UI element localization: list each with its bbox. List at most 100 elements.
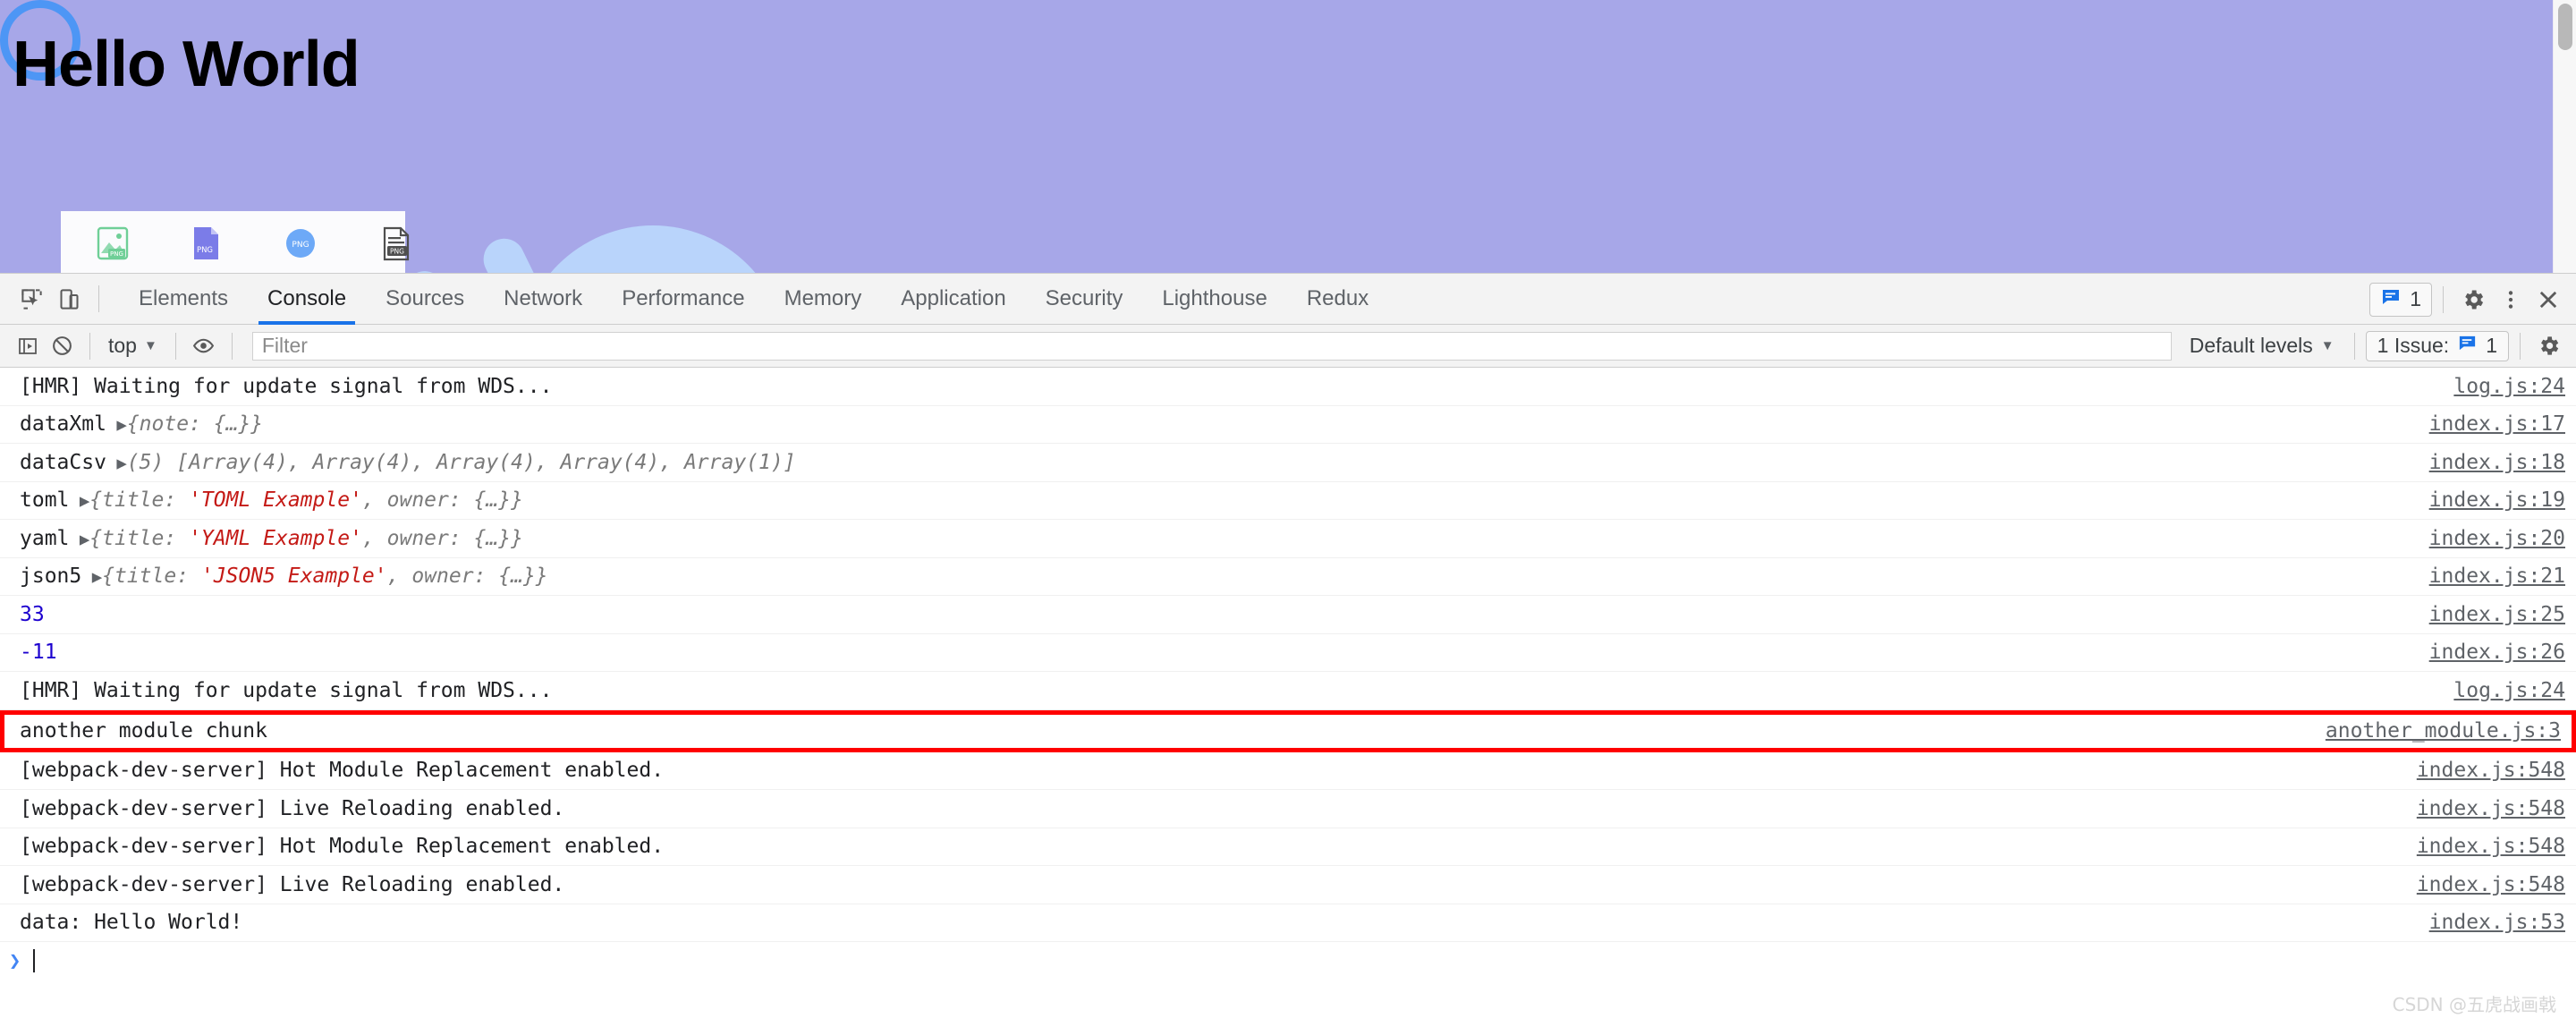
console-message-source-link[interactable]: index.js:21: [2429, 564, 2565, 588]
message-body: another module chunk: [20, 719, 267, 743]
console-message-row[interactable]: [HMR] Waiting for update signal from WDS…: [0, 368, 2576, 406]
page-scrollbar-thumb[interactable]: [2558, 4, 2572, 50]
console-message-row[interactable]: json5 ▶{title: 'JSON5 Example', owner: {…: [0, 558, 2576, 597]
console-message-text: dataCsv ▶(5) [Array(4), Array(4), Array(…: [20, 451, 2413, 474]
console-message-text: 33: [20, 603, 2413, 626]
message-object-prefix: {title:: [102, 564, 201, 588]
console-message-source-link[interactable]: index.js:25: [2429, 603, 2565, 626]
console-message-source-link[interactable]: index.js:19: [2429, 488, 2565, 512]
tab-lighthouse[interactable]: Lighthouse: [1142, 274, 1286, 325]
console-message-source-link[interactable]: index.js:53: [2429, 911, 2565, 934]
device-toolbar-icon[interactable]: [50, 280, 88, 318]
message-body: [webpack-dev-server] Hot Module Replacem…: [20, 759, 664, 782]
expand-triangle-icon[interactable]: ▶: [69, 491, 89, 511]
clear-console-icon[interactable]: [45, 329, 79, 363]
tab-console[interactable]: Console: [248, 274, 366, 325]
console-message-text: [HMR] Waiting for update signal from WDS…: [20, 375, 2437, 398]
chevron-down-icon: ▼: [2321, 338, 2334, 353]
prompt-chevron-icon: ❯: [9, 950, 21, 972]
filter-input[interactable]: Filter: [252, 332, 2172, 361]
tab-performance[interactable]: Performance: [602, 274, 764, 325]
console-message-row[interactable]: [webpack-dev-server] Live Reloading enab…: [0, 866, 2576, 904]
console-message-text: [HMR] Waiting for update signal from WDS…: [20, 679, 2437, 702]
tab-application[interactable]: Application: [881, 274, 1025, 325]
issues-badge-button[interactable]: 1: [2369, 283, 2432, 317]
inspect-element-icon[interactable]: [13, 280, 50, 318]
console-message-source-link[interactable]: index.js:17: [2429, 412, 2565, 436]
console-message-source-link[interactable]: index.js:548: [2417, 835, 2565, 858]
devtools-tabbar: Elements Console Sources Network Perform…: [0, 274, 2576, 325]
watermark: CSDN @五虎战画戟: [2393, 990, 2556, 1016]
log-levels-selector[interactable]: Default levels ▼: [2181, 334, 2343, 358]
console-sidebar-icon[interactable]: [11, 329, 45, 363]
png-file-dark-icon: PNG: [376, 224, 415, 263]
devtools-tabbar-right: 1: [2369, 274, 2567, 325]
console-message-source-link[interactable]: index.js:548: [2417, 873, 2565, 896]
console-message-text: yaml ▶{title: 'YAML Example', owner: {…}…: [20, 527, 2413, 550]
more-vertical-icon[interactable]: [2492, 281, 2529, 318]
console-message-row[interactable]: [webpack-dev-server] Live Reloading enab…: [0, 790, 2576, 828]
page-viewport: Hello World PNG PNG PNG: [0, 0, 2576, 273]
message-number-value: -11: [20, 641, 57, 664]
console-message-source-link[interactable]: index.js:548: [2417, 759, 2565, 782]
console-message-text: [webpack-dev-server] Hot Module Replacem…: [20, 759, 2401, 782]
console-toolbar-divider-1: [89, 333, 90, 360]
close-icon[interactable]: [2529, 281, 2567, 318]
console-message-source-link[interactable]: another_module.js:3: [2326, 719, 2561, 743]
tab-network[interactable]: Network: [484, 274, 602, 325]
expand-triangle-icon[interactable]: ▶: [106, 415, 127, 435]
console-message-source-link[interactable]: log.js:24: [2453, 679, 2565, 702]
tab-memory[interactable]: Memory: [765, 274, 882, 325]
console-message-text: another module chunk: [20, 719, 2309, 743]
console-message-source-link[interactable]: index.js:20: [2429, 527, 2565, 550]
page-scrollbar[interactable]: [2553, 0, 2576, 273]
message-number-value: 33: [20, 603, 45, 626]
message-object-preview: (5) [Array(4), Array(4), Array(4), Array…: [127, 451, 796, 474]
console-toolbar-divider-3: [232, 333, 233, 360]
console-message-row[interactable]: dataCsv ▶(5) [Array(4), Array(4), Array(…: [0, 444, 2576, 482]
execution-context-value: top: [108, 334, 137, 358]
console-message-row[interactable]: [HMR] Waiting for update signal from WDS…: [0, 672, 2576, 710]
prompt-caret: [33, 949, 35, 972]
expand-triangle-icon[interactable]: ▶: [81, 567, 102, 587]
expand-triangle-icon[interactable]: ▶: [69, 530, 89, 549]
console-message-text: [webpack-dev-server] Hot Module Replacem…: [20, 835, 2401, 858]
console-message-row[interactable]: data: Hello World!index.js:53: [0, 904, 2576, 943]
gear-icon[interactable]: [2454, 281, 2492, 318]
live-expression-icon[interactable]: [187, 329, 221, 363]
console-message-row[interactable]: -11 index.js:26: [0, 634, 2576, 673]
console-message-row[interactable]: 33 index.js:25: [0, 596, 2576, 634]
console-message-row[interactable]: yaml ▶{title: 'YAML Example', owner: {…}…: [0, 520, 2576, 558]
console-prompt[interactable]: ❯: [0, 942, 2576, 980]
message-body: [webpack-dev-server] Hot Module Replacem…: [20, 835, 664, 858]
console-toolbar-divider-4: [2354, 333, 2355, 360]
png-icons-card: PNG PNG PNG PNG: [61, 211, 405, 273]
tab-sources[interactable]: Sources: [366, 274, 484, 325]
svg-text:PNG: PNG: [292, 241, 309, 250]
expand-triangle-icon[interactable]: ▶: [106, 454, 127, 473]
console-message-source-link[interactable]: index.js:26: [2429, 641, 2565, 664]
message-string-value: 'TOML Example': [189, 488, 362, 512]
console-message-source-link[interactable]: index.js:548: [2417, 797, 2565, 820]
issues-badge-count: 1: [2410, 287, 2421, 311]
gear-icon[interactable]: [2531, 329, 2565, 363]
console-message-row-highlighted[interactable]: another module chunk another_module.js:3: [0, 710, 2576, 752]
console-message-source-link[interactable]: index.js:18: [2429, 451, 2565, 474]
tab-security[interactable]: Security: [1026, 274, 1143, 325]
tab-elements[interactable]: Elements: [119, 274, 248, 325]
console-message-row[interactable]: [webpack-dev-server] Hot Module Replacem…: [0, 752, 2576, 791]
tabbar-right-divider: [2443, 286, 2444, 313]
message-body: [HMR] Waiting for update signal from WDS…: [20, 375, 552, 398]
issues-toolbar-button[interactable]: 1 Issue: 1: [2366, 331, 2509, 361]
issue-message-icon: [2380, 286, 2402, 313]
console-message-row[interactable]: toml ▶{title: 'TOML Example', owner: {…}…: [0, 482, 2576, 521]
execution-context-selector[interactable]: top ▼: [101, 334, 165, 358]
issue-message-icon: [2457, 333, 2478, 359]
message-variable-name: json5: [20, 564, 81, 588]
message-object-preview: {note: {…}}: [127, 412, 263, 436]
console-message-row[interactable]: [webpack-dev-server] Hot Module Replacem…: [0, 828, 2576, 867]
tab-redux[interactable]: Redux: [1287, 274, 1388, 325]
message-body: [HMR] Waiting for update signal from WDS…: [20, 679, 552, 702]
console-message-source-link[interactable]: log.js:24: [2453, 375, 2565, 398]
console-message-row[interactable]: dataXml ▶{note: {…}}index.js:17: [0, 406, 2576, 445]
